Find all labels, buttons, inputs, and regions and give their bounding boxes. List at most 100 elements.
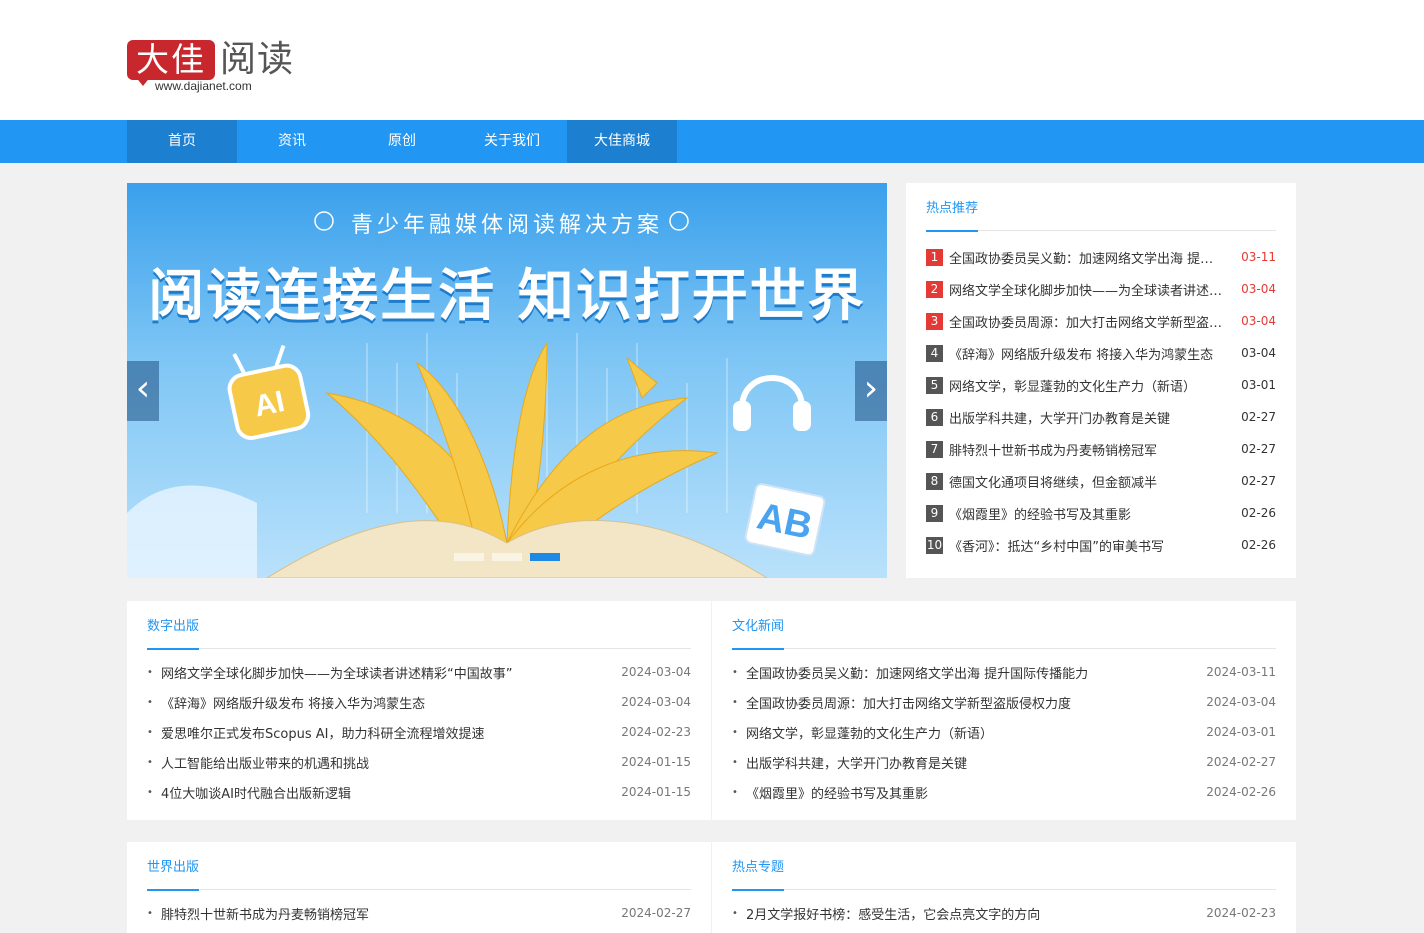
hot-topics-panel: 热点专题 • 2月文学报好书榜：感受生活，它会点亮文字的方向 2024-02-23 bbox=[712, 842, 1296, 933]
rank-badge: 6 bbox=[926, 408, 943, 426]
digital-publishing-panel: 数字出版 • 网络文学全球化脚步加快——为全球读者讲述精彩“中国故事” 2024-0… bbox=[127, 601, 711, 820]
article-date: 2024-02-26 bbox=[1206, 785, 1276, 799]
article-date: 2024-03-11 bbox=[1206, 665, 1276, 679]
article-link[interactable]: 4位大咖谈AI时代融合出版新逻辑 bbox=[161, 783, 611, 802]
bullet-icon: • bbox=[732, 696, 738, 708]
article-link[interactable]: 爱思唯尔正式发布Scopus AI，助力科研全流程增效提速 bbox=[161, 723, 611, 742]
carousel-dot-2[interactable] bbox=[492, 553, 522, 561]
hot-list-item[interactable]: 5 网络文学，彰显蓬勃的文化生产力（新语） 03-01 bbox=[926, 369, 1276, 401]
hot-list-item[interactable]: 7 腓特烈十世新书成为丹麦畅销榜冠军 02-27 bbox=[926, 433, 1276, 465]
list-item[interactable]: • 网络文学，彰显蓬勃的文化生产力（新语） 2024-03-01 bbox=[732, 717, 1276, 747]
list-item[interactable]: • 人工智能给出版业带来的机遇和挑战 2024-01-15 bbox=[147, 747, 691, 777]
banner-subtitle: 青少年融媒体阅读解决方案 bbox=[350, 213, 663, 238]
article-date: 2024-03-04 bbox=[1206, 695, 1276, 709]
article-link[interactable]: 人工智能给出版业带来的机遇和挑战 bbox=[161, 753, 611, 772]
hot-item-date: 03-04 bbox=[1241, 314, 1276, 328]
article-link[interactable]: 网络文学，彰显蓬勃的文化生产力（新语） bbox=[746, 723, 1196, 742]
hot-list-item[interactable]: 8 德国文化通项目将继续，但金额减半 02-27 bbox=[926, 465, 1276, 497]
banner-carousel[interactable]: AI AB 青少年融媒体阅读解决方案 阅读连接生活 知识打开世界 ‹ › bbox=[127, 183, 887, 578]
bullet-icon: • bbox=[147, 726, 153, 738]
rank-badge: 9 bbox=[926, 504, 943, 522]
hot-list-item[interactable]: 4 《辞海》网络版升级发布 将接入华为鸿蒙生态 03-04 bbox=[926, 337, 1276, 369]
hot-list-item[interactable]: 6 出版学科共建，大学开门办教育是关键 02-27 bbox=[926, 401, 1276, 433]
world-panel-header: 世界出版 bbox=[147, 842, 691, 891]
rank-badge: 3 bbox=[926, 312, 943, 330]
hot-item-link[interactable]: 《香河》：抵达“乡村中国”的审美书写 bbox=[949, 536, 1224, 555]
rank-badge: 10 bbox=[926, 536, 943, 554]
site-logo[interactable]: 大佳 阅读 www.dajianet.com bbox=[127, 38, 297, 98]
article-link[interactable]: 出版学科共建，大学开门办教育是关键 bbox=[746, 753, 1196, 772]
nav-home[interactable]: 首页 bbox=[127, 120, 237, 163]
banner-title: 阅读连接生活 知识打开世界 bbox=[148, 264, 866, 329]
culture-news-panel: 文化新闻 • 全国政协委员吴义勤：加速网络文学出海 提升国际传播能力 2024-03… bbox=[712, 601, 1296, 820]
hot-item-link[interactable]: 网络文学，彰显蓬勃的文化生产力（新语） bbox=[949, 376, 1224, 395]
hot-item-link[interactable]: 全国政协委员周源：加大打击网络文学新型盗版侵权力度 bbox=[949, 312, 1224, 331]
hot-item-date: 03-04 bbox=[1241, 346, 1276, 360]
rank-badge: 4 bbox=[926, 344, 943, 362]
hot-list: 1 全国政协委员吴义勤：加速网络文学出海 提升国际传播能力 03-11 2 网络文学全… bbox=[926, 241, 1276, 561]
list-item[interactable]: • 爱思唯尔正式发布Scopus AI，助力科研全流程增效提速 2024-02-23 bbox=[147, 717, 691, 747]
hot-item-date: 02-27 bbox=[1241, 410, 1276, 424]
list-item[interactable]: • 出版学科共建，大学开门办教育是关键 2024-02-27 bbox=[732, 747, 1276, 777]
hot-list-item[interactable]: 10 《香河》：抵达“乡村中国”的审美书写 02-26 bbox=[926, 529, 1276, 561]
article-link[interactable]: 《辞海》网络版升级发布 将接入华为鸿蒙生态 bbox=[161, 693, 611, 712]
list-item[interactable]: • 全国政协委员吴义勤：加速网络文学出海 提升国际传播能力 2024-03-11 bbox=[732, 657, 1276, 687]
culture-panel-header: 文化新闻 bbox=[732, 601, 1276, 650]
hot-item-link[interactable]: 出版学科共建，大学开门办教育是关键 bbox=[949, 408, 1224, 427]
topics-panel-title[interactable]: 热点专题 bbox=[732, 843, 785, 891]
list-item[interactable]: • 2月文学报好书榜：感受生活，它会点亮文字的方向 2024-02-23 bbox=[732, 898, 1276, 928]
hot-item-date: 02-26 bbox=[1241, 538, 1276, 552]
article-date: 2024-02-23 bbox=[1206, 906, 1276, 920]
article-date: 2024-03-04 bbox=[621, 665, 691, 679]
hot-item-link[interactable]: 《辞海》网络版升级发布 将接入华为鸿蒙生态 bbox=[949, 344, 1224, 363]
hot-list-item[interactable]: 9 《烟霞里》的经验书写及其重影 02-26 bbox=[926, 497, 1276, 529]
carousel-prev-button[interactable]: ‹ bbox=[127, 361, 159, 421]
nav-about[interactable]: 关于我们 bbox=[457, 120, 567, 163]
digital-panel-header: 数字出版 bbox=[147, 601, 691, 650]
article-link[interactable]: 《烟霞里》的经验书写及其重影 bbox=[746, 783, 1196, 802]
digital-panel-title[interactable]: 数字出版 bbox=[147, 602, 200, 650]
carousel-dot-1[interactable] bbox=[454, 553, 484, 561]
nav-store[interactable]: 大佳商城 bbox=[567, 120, 677, 163]
world-panel-title[interactable]: 世界出版 bbox=[147, 843, 200, 891]
list-item[interactable]: • 网络文学全球化脚步加快——为全球读者讲述精彩“中国故事” 2024-03-04 bbox=[147, 657, 691, 687]
hot-item-link[interactable]: 《烟霞里》的经验书写及其重影 bbox=[949, 504, 1224, 523]
hot-item-link[interactable]: 网络文学全球化脚步加快——为全球读者讲述精彩“中国故事” bbox=[949, 280, 1224, 299]
list-item[interactable]: • 《辞海》网络版升级发布 将接入华为鸿蒙生态 2024-03-04 bbox=[147, 687, 691, 717]
list-item[interactable]: • 《烟霞里》的经验书写及其重影 2024-02-26 bbox=[732, 777, 1276, 807]
bullet-icon: • bbox=[732, 666, 738, 678]
carousel-dot-3[interactable] bbox=[530, 553, 560, 561]
bullet-icon: • bbox=[732, 786, 738, 798]
hot-item-date: 03-01 bbox=[1241, 378, 1276, 392]
article-link[interactable]: 腓特烈十世新书成为丹麦畅销榜冠军 bbox=[161, 904, 611, 923]
carousel-indicators bbox=[454, 553, 560, 561]
list-item[interactable]: • 4位大咖谈AI时代融合出版新逻辑 2024-01-15 bbox=[147, 777, 691, 807]
list-item[interactable]: • 腓特烈十世新书成为丹麦畅销榜冠军 2024-02-27 bbox=[147, 898, 691, 928]
article-link[interactable]: 网络文学全球化脚步加快——为全球读者讲述精彩“中国故事” bbox=[161, 663, 611, 682]
list-item[interactable]: • 全国政协委员周源：加大打击网络文学新型盗版侵权力度 2024-03-04 bbox=[732, 687, 1276, 717]
logo-bubble-tail bbox=[135, 76, 151, 86]
article-link[interactable]: 全国政协委员周源：加大打击网络文学新型盗版侵权力度 bbox=[746, 693, 1196, 712]
hot-list-item[interactable]: 1 全国政协委员吴义勤：加速网络文学出海 提升国际传播能力 03-11 bbox=[926, 241, 1276, 273]
hot-item-link[interactable]: 全国政协委员吴义勤：加速网络文学出海 提升国际传播能力 bbox=[949, 248, 1224, 267]
nav-news[interactable]: 资讯 bbox=[237, 120, 347, 163]
article-date: 2024-02-27 bbox=[621, 906, 691, 920]
hot-item-date: 02-27 bbox=[1241, 474, 1276, 488]
article-link[interactable]: 全国政协委员吴义勤：加速网络文学出海 提升国际传播能力 bbox=[746, 663, 1196, 682]
article-date: 2024-03-04 bbox=[621, 695, 691, 709]
hot-item-date: 02-27 bbox=[1241, 442, 1276, 456]
hot-item-link[interactable]: 腓特烈十世新书成为丹麦畅销榜冠军 bbox=[949, 440, 1224, 459]
hot-panel-title[interactable]: 热点推荐 bbox=[926, 184, 979, 232]
hot-item-link[interactable]: 德国文化通项目将继续，但金额减半 bbox=[949, 472, 1224, 491]
bullet-icon: • bbox=[732, 907, 738, 919]
world-list: • 腓特烈十世新书成为丹麦畅销榜冠军 2024-02-27 bbox=[147, 898, 691, 928]
nav-original[interactable]: 原创 bbox=[347, 120, 457, 163]
culture-panel-title[interactable]: 文化新闻 bbox=[732, 602, 785, 650]
article-link[interactable]: 2月文学报好书榜：感受生活，它会点亮文字的方向 bbox=[746, 904, 1196, 923]
carousel-next-button[interactable]: › bbox=[855, 361, 887, 421]
hot-list-item[interactable]: 3 全国政协委员周源：加大打击网络文学新型盗版侵权力度 03-04 bbox=[926, 305, 1276, 337]
bullet-icon: • bbox=[732, 726, 738, 738]
header: 大佳 阅读 www.dajianet.com bbox=[0, 0, 1424, 120]
hot-item-date: 02-26 bbox=[1241, 506, 1276, 520]
hot-list-item[interactable]: 2 网络文学全球化脚步加快——为全球读者讲述精彩“中国故事” 03-04 bbox=[926, 273, 1276, 305]
